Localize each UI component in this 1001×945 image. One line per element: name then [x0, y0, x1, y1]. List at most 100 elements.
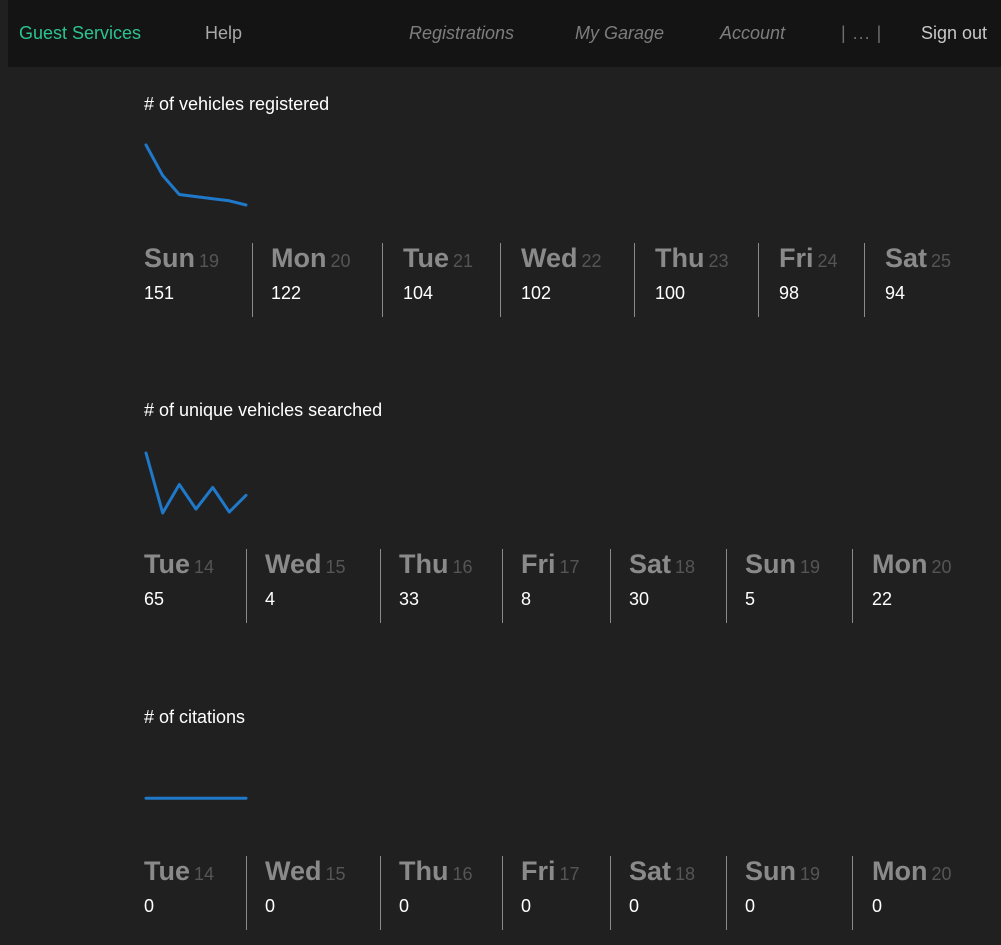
day-cell: Sat 25 94 [864, 243, 973, 317]
day-cell: Sat 18 30 [610, 549, 727, 623]
day-value: 33 [399, 589, 420, 609]
day-date: 16 [452, 557, 473, 577]
day-value: 104 [403, 283, 434, 303]
day-value: 0 [872, 896, 883, 916]
unique-vehicles-searched-sparkline [144, 451, 248, 515]
section-title: # of unique vehicles searched [144, 400, 383, 420]
day-value: 0 [521, 896, 532, 916]
day-cell: Mon 20 22 [852, 549, 973, 623]
day-name: Wed [265, 549, 322, 579]
day-value: 0 [629, 896, 640, 916]
day-value: 102 [521, 283, 552, 303]
day-date: 15 [325, 864, 346, 884]
day-date: 20 [330, 251, 351, 271]
day-value: 4 [265, 589, 276, 609]
day-date: 15 [325, 557, 346, 577]
day-date: 20 [931, 557, 952, 577]
more-menu-link[interactable]: | ... | [841, 22, 882, 44]
day-cell: Tue 14 0 [144, 856, 246, 930]
day-value: 5 [745, 589, 756, 609]
day-value: 0 [265, 896, 276, 916]
day-value: 65 [144, 589, 165, 609]
help-link[interactable]: Help [205, 22, 242, 44]
day-name: Mon [872, 549, 928, 579]
day-date: 25 [931, 251, 952, 271]
day-cell: Fri 17 8 [502, 549, 611, 623]
day-date: 18 [675, 864, 696, 884]
day-cell: Fri 17 0 [502, 856, 611, 930]
account-link[interactable]: Account [720, 22, 785, 44]
sign-out-link[interactable]: Sign out [921, 22, 987, 44]
registrations-link[interactable]: Registrations [409, 22, 514, 44]
day-date: 17 [559, 557, 580, 577]
day-name: Sat [629, 856, 672, 886]
day-date: 19 [199, 251, 220, 271]
day-cell: Mon 20 0 [852, 856, 973, 930]
day-cell: Sat 18 0 [610, 856, 727, 930]
vehicles-registered-section: # of vehicles registered Sun 19 151 Mon 20… [144, 93, 974, 343]
day-value: 30 [629, 589, 650, 609]
section-title: # of vehicles registered [144, 94, 330, 114]
day-value: 22 [872, 589, 893, 609]
day-cell: Fri 24 98 [758, 243, 865, 317]
day-name: Mon [872, 856, 928, 886]
day-date: 23 [708, 251, 729, 271]
day-value: 151 [144, 283, 175, 303]
day-name: Mon [271, 243, 327, 273]
day-value: 94 [885, 283, 906, 303]
day-date: 14 [194, 864, 215, 884]
day-name: Sun [745, 856, 796, 886]
citations-sparkline [144, 796, 248, 800]
day-date: 19 [800, 864, 821, 884]
day-name: Tue [403, 243, 449, 273]
day-value: 122 [271, 283, 302, 303]
day-name: Tue [144, 549, 190, 579]
day-date: 19 [800, 557, 821, 577]
day-cell: Sun 19 151 [144, 243, 252, 317]
citations-section: # of citations Tue 14 0 Wed 15 0 Thu 16 0 F… [144, 706, 974, 945]
day-value: 0 [745, 896, 756, 916]
day-value: 0 [144, 896, 155, 916]
day-date: 22 [581, 251, 602, 271]
day-cell: Sun 19 5 [726, 549, 853, 623]
day-name: Sat [885, 243, 928, 273]
day-name: Thu [399, 856, 449, 886]
unique-vehicles-searched-section: # of unique vehicles searched Tue 14 65 W… [144, 399, 974, 649]
day-cell: Wed 22 102 [500, 243, 635, 317]
day-name: Sun [745, 549, 796, 579]
day-date: 17 [559, 864, 580, 884]
day-date: 18 [675, 557, 696, 577]
day-name: Thu [655, 243, 705, 273]
day-cell: Wed 15 0 [246, 856, 381, 930]
day-date: 20 [931, 864, 952, 884]
day-cell: Tue 14 65 [144, 549, 246, 623]
day-cell: Thu 16 33 [380, 549, 503, 623]
day-cell: Tue 21 104 [382, 243, 501, 317]
day-name: Fri [521, 856, 556, 886]
brand-link[interactable]: Guest Services [19, 22, 141, 44]
day-value: 100 [655, 283, 686, 303]
day-name: Fri [779, 243, 814, 273]
day-date: 21 [453, 251, 474, 271]
day-cell: Thu 16 0 [380, 856, 503, 930]
day-cell: Wed 15 4 [246, 549, 381, 623]
day-value: 8 [521, 589, 532, 609]
day-name: Sat [629, 549, 672, 579]
day-cell: Mon 20 122 [252, 243, 383, 317]
sparkline-series-line [144, 143, 248, 207]
day-name: Sun [144, 243, 195, 273]
day-value: 98 [779, 283, 800, 303]
day-name: Thu [399, 549, 449, 579]
day-name: Tue [144, 856, 190, 886]
day-name: Wed [521, 243, 578, 273]
day-cell: Thu 23 100 [634, 243, 759, 317]
day-date: 14 [194, 557, 215, 577]
section-title: # of citations [144, 707, 246, 727]
day-value: 0 [399, 896, 410, 916]
day-name: Fri [521, 549, 556, 579]
day-date: 24 [817, 251, 838, 271]
my-garage-link[interactable]: My Garage [575, 22, 664, 44]
day-date: 16 [452, 864, 473, 884]
day-name: Wed [265, 856, 322, 886]
sparkline-series-line [144, 451, 248, 515]
